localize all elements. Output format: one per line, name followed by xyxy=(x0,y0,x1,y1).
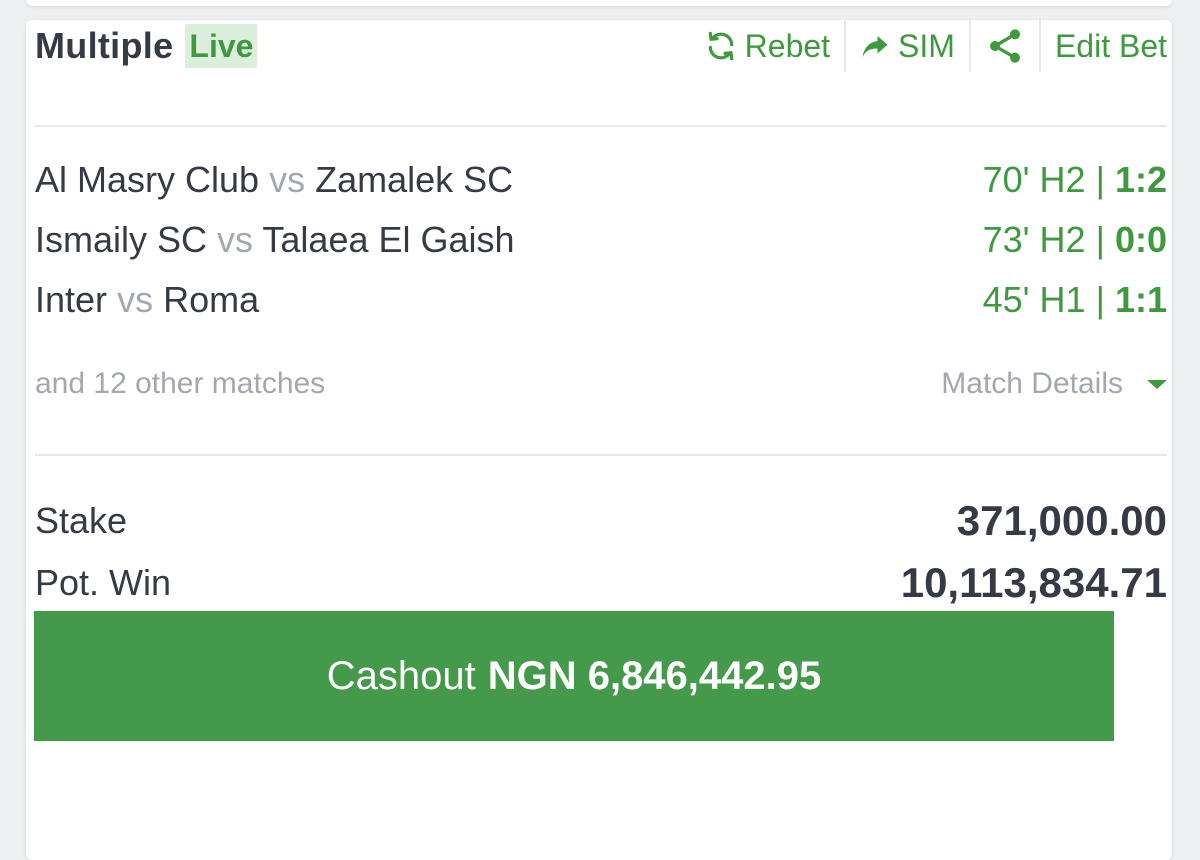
share-nodes-icon xyxy=(989,29,1020,63)
match-score: 1:2 xyxy=(1114,159,1167,200)
away-team: Talaea El Gaish xyxy=(262,219,515,260)
sim-label: SIM xyxy=(898,27,955,64)
match-status: 70' H2 | 1:2 xyxy=(983,159,1167,201)
match-minute: 45' H1 xyxy=(982,279,1086,320)
vs-label: vs xyxy=(217,219,254,260)
match-status: 45' H1 | 1:1 xyxy=(983,279,1167,321)
vs-label: vs xyxy=(117,279,154,320)
match-score: 0:0 xyxy=(1114,219,1167,260)
home-team: Ismaily SC xyxy=(35,219,208,260)
potential-win-row: Pot. Win 10,113,834.71 xyxy=(35,552,1167,614)
bet-header: Multiple Live Rebet SIM Edit Bet xyxy=(35,20,1167,72)
bet-actions: Rebet SIM Edit Bet xyxy=(705,20,1167,72)
other-matches-text: and 12 other matches xyxy=(35,367,326,400)
cashout-button[interactable]: Cashout NGN 6,846,442.95 xyxy=(34,611,1114,741)
status-separator: | xyxy=(1095,159,1105,200)
edit-bet-label: Edit Bet xyxy=(1054,27,1167,64)
match-teams: Ismaily SC vs Talaea El Gaish xyxy=(35,219,515,261)
match-status: 73' H2 | 0:0 xyxy=(983,219,1167,261)
other-matches-row: and 12 other matches Match Details xyxy=(35,358,1167,410)
home-team: Al Masry Club xyxy=(35,159,260,200)
rebet-button[interactable]: Rebet xyxy=(705,20,844,72)
bet-type-title: Multiple xyxy=(35,25,174,66)
potential-win-value: 10,113,834.71 xyxy=(900,559,1167,606)
match-row[interactable]: Inter vs Roma 45' H1 | 1:1 xyxy=(35,270,1167,330)
match-teams: Inter vs Roma xyxy=(35,279,259,321)
live-badge: Live xyxy=(185,24,258,68)
match-details-label: Match Details xyxy=(941,367,1123,400)
potential-win-label: Pot. Win xyxy=(35,562,172,603)
cashout-label: Cashout xyxy=(326,653,476,698)
bet-summary: Stake 371,000.00 Pot. Win 10,113,834.71 xyxy=(35,490,1167,614)
match-score: 1:1 xyxy=(1114,279,1167,320)
away-team: Zamalek SC xyxy=(315,159,514,200)
match-teams: Al Masry Club vs Zamalek SC xyxy=(35,159,513,201)
share-button[interactable] xyxy=(968,20,1039,72)
home-team: Inter xyxy=(35,279,108,320)
match-minute: 73' H2 xyxy=(982,219,1086,260)
header-divider xyxy=(35,125,1167,127)
rebet-label: Rebet xyxy=(744,27,831,64)
share-arrow-icon xyxy=(862,36,888,58)
match-details-toggle[interactable]: Match Details xyxy=(941,367,1167,401)
stake-row: Stake 371,000.00 xyxy=(35,490,1167,552)
status-separator: | xyxy=(1095,279,1105,320)
caret-down-icon xyxy=(1147,379,1167,389)
match-row[interactable]: Al Masry Club vs Zamalek SC 70' H2 | 1:2 xyxy=(35,150,1167,210)
stake-value: 371,000.00 xyxy=(956,497,1167,544)
refresh-icon xyxy=(708,31,733,61)
cashout-amount: NGN 6,846,442.95 xyxy=(487,653,822,698)
vs-label: vs xyxy=(269,159,306,200)
summary-divider xyxy=(35,454,1167,456)
away-team: Roma xyxy=(163,279,260,320)
stake-label: Stake xyxy=(35,500,128,541)
status-separator: | xyxy=(1095,219,1105,260)
edit-bet-button[interactable]: Edit Bet xyxy=(1038,20,1167,72)
previous-bet-card xyxy=(26,0,1172,6)
match-list: Al Masry Club vs Zamalek SC 70' H2 | 1:2… xyxy=(35,150,1167,330)
match-minute: 70' H2 xyxy=(982,159,1086,200)
sim-button[interactable]: SIM xyxy=(844,20,969,72)
match-row[interactable]: Ismaily SC vs Talaea El Gaish 73' H2 | 0… xyxy=(35,210,1167,270)
